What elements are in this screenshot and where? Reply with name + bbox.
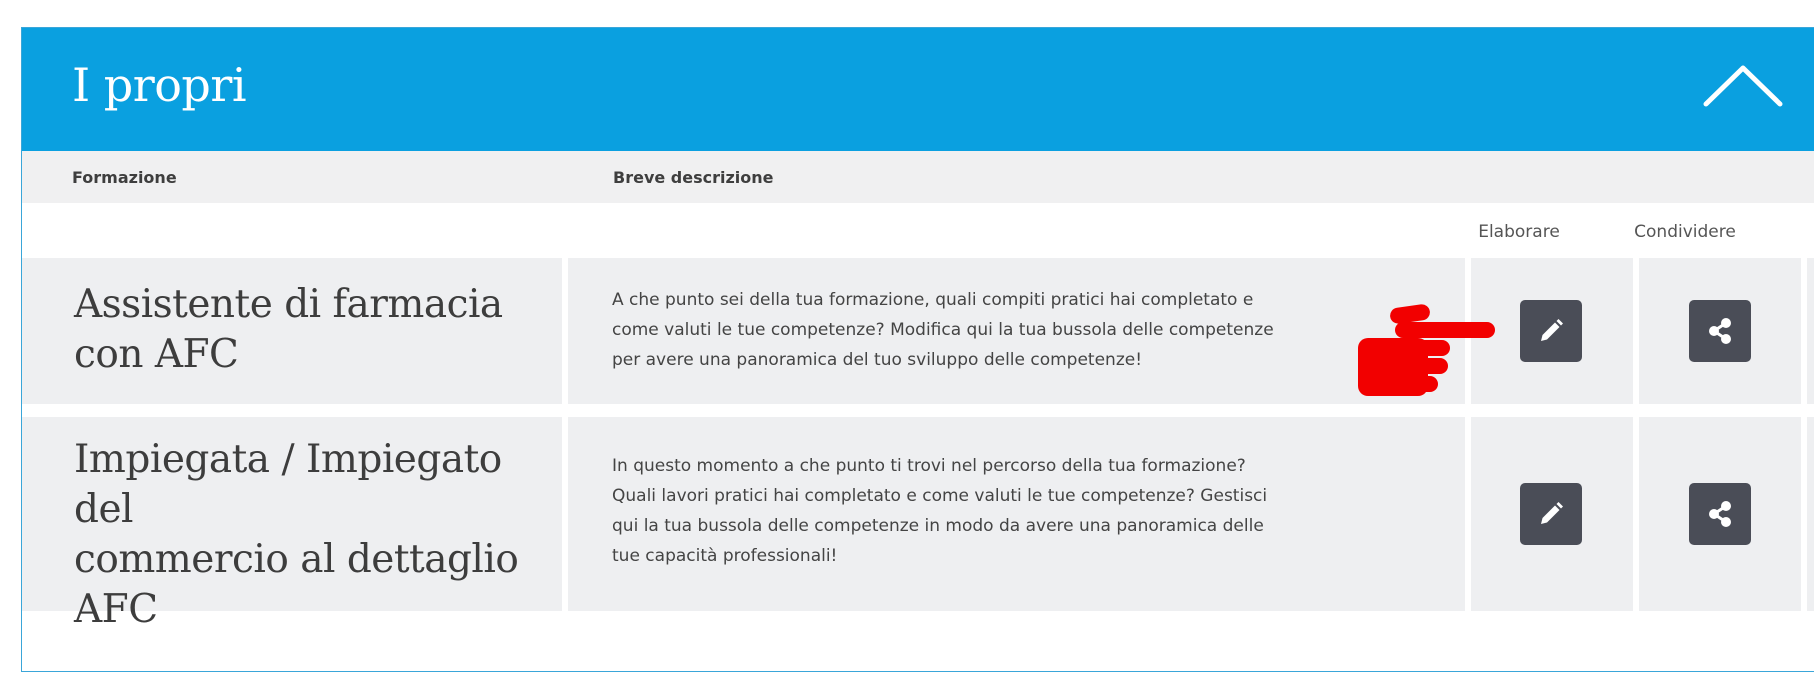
- share-button[interactable]: [1689, 483, 1751, 545]
- chevron-up-icon: [1703, 65, 1783, 107]
- edit-button[interactable]: [1520, 483, 1582, 545]
- edit-button[interactable]: [1520, 300, 1582, 362]
- panel-header: I propri: [22, 28, 1814, 151]
- description-line: A che punto sei della tua formazione, qu…: [612, 290, 1254, 310]
- training-description: In questo momento a che punto ti trovi n…: [612, 451, 1267, 571]
- collapse-button[interactable]: [1698, 56, 1788, 120]
- description-line: qui la tua bussola delle competenze in m…: [612, 516, 1264, 536]
- description-line: tue capacità professionali!: [612, 546, 838, 566]
- column-header-training: Formazione: [72, 168, 177, 187]
- share-icon: [1709, 501, 1731, 527]
- edit-column-label: Elaborare: [1478, 222, 1560, 242]
- training-title-line: Assistente di farmacia: [74, 282, 503, 327]
- row-edge-cell: [1807, 258, 1814, 404]
- edit-cell: [1471, 417, 1633, 611]
- training-title-line: commercio al dettaglio: [74, 537, 519, 582]
- training-description: A che punto sei della tua formazione, qu…: [612, 285, 1274, 375]
- description-cell: In questo momento a che punto ti trovi n…: [568, 417, 1465, 611]
- pencil-icon: [1541, 502, 1563, 524]
- share-column-label: Condividere: [1634, 222, 1736, 242]
- pencil-icon: [1541, 319, 1563, 341]
- column-header-row: Formazione Breve descrizione: [22, 151, 1814, 203]
- share-icon: [1709, 318, 1731, 344]
- training-cell: Impiegata / Impiegato del commercio al d…: [22, 417, 562, 632]
- description-line: per avere una panoramica del tuo svilupp…: [612, 350, 1143, 370]
- share-cell: [1639, 258, 1801, 404]
- training-cell: Assistente di farmacia con AFC: [22, 258, 562, 404]
- description-line: Quali lavori pratici hai completato e co…: [612, 486, 1268, 506]
- share-button[interactable]: [1689, 300, 1751, 362]
- column-header-description: Breve descrizione: [613, 168, 774, 187]
- training-title-line: con AFC: [74, 332, 239, 377]
- table-row: Assistente di farmacia con AFC A che pun…: [22, 258, 1814, 404]
- training-title-line: AFC: [74, 587, 158, 632]
- share-cell: [1639, 417, 1801, 611]
- description-cell: A che punto sei della tua formazione, qu…: [568, 258, 1465, 404]
- training-title-line: Impiegata / Impiegato del: [74, 437, 502, 532]
- action-labels-row: Elaborare Condividere: [22, 203, 1814, 258]
- panel-title: I propri: [72, 58, 247, 112]
- pointing-hand-icon: [1358, 304, 1495, 396]
- table-row: Impiegata / Impiegato del commercio al d…: [22, 417, 1814, 632]
- description-line: In questo momento a che punto ti trovi n…: [612, 456, 1246, 476]
- training-title[interactable]: Assistente di farmacia con AFC: [74, 280, 503, 380]
- own-trainings-panel: I propri Formazione Breve descrizione El…: [21, 27, 1814, 672]
- training-title[interactable]: Impiegata / Impiegato del commercio al d…: [74, 435, 562, 635]
- description-line: come valuti le tue competenze? Modifica …: [612, 320, 1274, 340]
- row-edge-cell: [1807, 417, 1814, 611]
